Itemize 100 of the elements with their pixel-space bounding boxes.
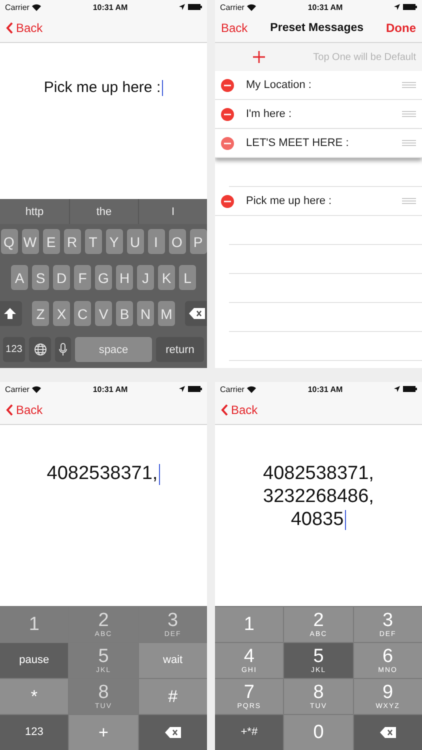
letter-key[interactable]: V [95,301,112,326]
wifi-icon [247,386,256,392]
letter-key[interactable]: N [137,301,154,326]
done-button[interactable]: Done [386,21,416,35]
message-text[interactable]: 40835 [290,508,344,532]
carrier-label: Carrier [220,2,244,12]
delete-key[interactable] [354,715,422,750]
letter-key[interactable]: F [74,265,91,290]
back-button[interactable]: Back [221,403,258,417]
keypad-key[interactable]: 1 [215,607,284,642]
text-cursor [158,464,160,485]
drag-handle-icon[interactable] [402,140,416,146]
dictation-key[interactable] [55,337,71,362]
status-time: 10:31 AM [92,384,128,394]
location-arrow-icon [394,4,400,10]
message-text[interactable]: Pick me up here : [44,79,161,97]
letter-key[interactable]: G [95,265,112,290]
back-chevron-icon [6,404,13,416]
backspace-icon [164,727,181,738]
keypad-key[interactable]: +*# [215,715,284,750]
letter-key[interactable]: D [53,265,70,290]
delete-key[interactable] [185,301,207,326]
screen-title: Preset Messages [270,22,364,34]
wifi-icon [247,4,256,10]
delete-row-icon[interactable] [221,108,234,120]
keypad-key[interactable]: 123 [0,715,68,750]
battery-icon [403,4,417,10]
carrier-label: Carrier [5,384,30,394]
location-arrow-icon [179,386,185,392]
back-button[interactable]: Back [6,21,43,35]
letter-key[interactable]: E [42,229,60,254]
letter-key[interactable]: I [148,229,164,254]
globe-icon [34,343,46,356]
microphone-icon [59,343,67,356]
battery-icon [188,4,202,10]
add-icon[interactable] [253,51,265,63]
back-chevron-icon [6,22,13,34]
keypad-key[interactable]: wait [138,643,207,678]
message-row[interactable]: LET'S MEET HERE : [215,129,422,158]
back-button[interactable]: Back [6,403,43,417]
drag-handle-icon[interactable] [402,198,416,204]
message-text[interactable]: 4082538371, [263,463,374,486]
keypad-key[interactable]: pause [0,643,68,678]
keypad-key[interactable]: # [138,679,207,714]
return-key[interactable]: return [156,337,204,362]
letter-key[interactable]: K [158,265,175,290]
text-cursor [344,510,346,530]
suggestion[interactable]: the [69,199,138,224]
suggestion[interactable]: I [138,199,207,224]
letter-key[interactable]: M [158,301,175,326]
carrier-label: Carrier [5,2,30,12]
status-time: 10:31 AM [308,2,343,12]
delete-row-icon[interactable] [221,194,234,208]
letter-key[interactable]: P [190,229,206,254]
back-chevron-icon [221,404,228,416]
hint-text: Top One will be Default [313,52,416,62]
letter-key[interactable]: W [22,229,38,254]
message-text[interactable]: 4082538371, [46,463,158,486]
drag-handle-icon[interactable] [402,82,416,88]
letter-key[interactable]: H [116,265,133,290]
letter-key[interactable]: X [53,301,70,326]
letter-key[interactable]: C [74,301,91,326]
wifi-icon [32,386,42,392]
status-time: 10:31 AM [308,384,343,394]
letter-key[interactable]: Q [0,229,18,254]
letter-key[interactable]: J [137,265,154,290]
battery-icon [403,386,417,392]
keypad-key[interactable]: + [69,715,138,750]
text-cursor [162,80,164,96]
letter-key[interactable]: T [84,229,102,254]
keypad-key[interactable]: 0 [284,715,353,750]
backspace-icon [380,727,396,738]
letter-key[interactable]: S [32,265,49,290]
delete-key[interactable] [138,715,207,750]
numbers-key[interactable]: 123 [3,337,25,362]
shift-arrow-icon [4,308,16,319]
delete-row-icon[interactable] [221,136,234,150]
letter-key[interactable]: L [179,265,196,290]
delete-row-icon[interactable] [221,78,234,92]
letter-key[interactable]: A [11,265,28,290]
letter-key[interactable]: Y [106,229,122,254]
back-button[interactable]: Back [221,21,248,35]
status-time: 10:31 AM [92,2,128,12]
suggestion[interactable]: http [0,199,69,224]
carrier-label: Carrier [220,384,244,394]
drag-handle-icon[interactable] [402,111,416,117]
message-text[interactable]: 3232268486, [263,486,374,509]
shift-key[interactable] [0,301,22,326]
letter-key[interactable]: B [116,301,133,326]
letter-key[interactable]: O [168,229,186,254]
wifi-icon [32,4,42,10]
keypad-key[interactable]: * [0,679,68,714]
backspace-icon [189,308,205,319]
battery-icon [188,386,202,392]
letter-key[interactable]: R [64,229,80,254]
letter-key[interactable]: Z [32,301,49,326]
location-arrow-icon [394,386,400,392]
space-key[interactable]: space [75,337,152,362]
letter-key[interactable]: U [126,229,144,254]
globe-key[interactable] [29,337,51,362]
